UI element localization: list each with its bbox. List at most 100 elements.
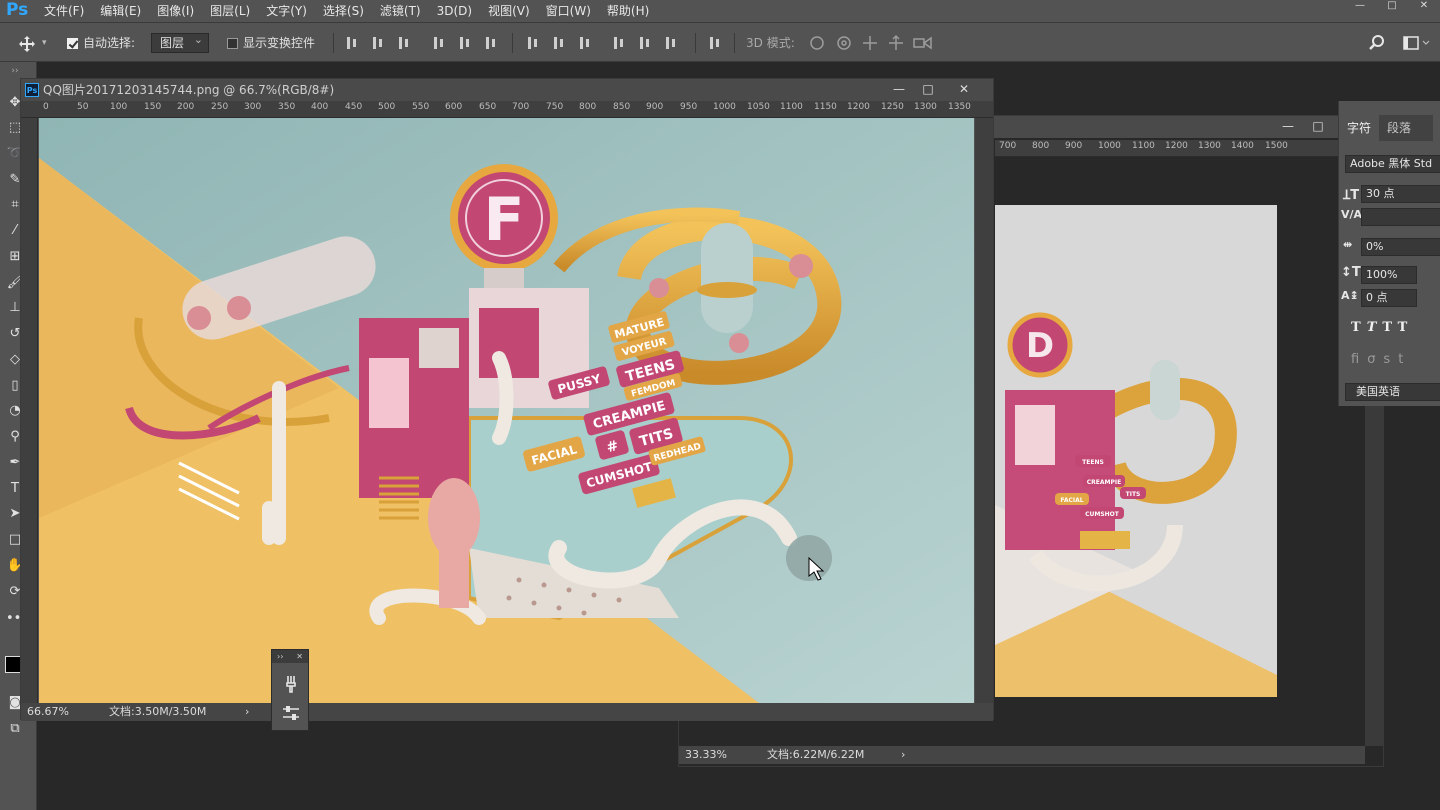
auto-align-icon[interactable] [708,36,722,50]
doc1-scrollbar[interactable] [975,118,993,704]
separator [333,33,334,53]
show-transform-label: 显示变换控件 [243,36,316,50]
app-window-controls: — □ ✕ [1344,0,1440,14]
3d-rotate-icon [810,36,824,50]
align-right-icon[interactable] [484,36,498,50]
auto-select-label: 自动选择: [83,36,136,50]
doc2-doc-size: 文档:6.22M/6.22M [767,748,865,761]
doc2-status-bar: 33.33% 文档:6.22M/6.22M › [679,746,1365,764]
doc1-close-button[interactable]: ✕ [953,79,975,99]
align-vcenter-icon[interactable] [371,36,385,50]
auto-select-target-select[interactable]: 图层 [151,31,209,53]
svg-text:CREAMPIE: CREAMPIE [1087,479,1121,486]
align-top-icon[interactable] [345,36,359,50]
language-select[interactable]: 美国英语 [1345,383,1440,401]
sign-letter-f: F [484,185,525,255]
doc1-title: QQ图片20171203145744.png @ 66.7%(RGB/8#) [43,83,335,97]
text-style-buttons[interactable]: TTTT [1351,320,1413,335]
menu-view[interactable]: 视图(V) [488,0,538,22]
menu-layer[interactable]: 图层(L) [210,0,258,22]
doc1-doc-size: 文档:3.50M/3.50M [109,705,207,718]
doc1-canvas[interactable]: F MATURE VOYEUR TEENS FEMDOM PUSSY CREAM… [39,118,974,703]
distribute-left-icon[interactable] [612,36,626,50]
doc1-maximize-button[interactable]: □ [917,79,939,99]
menu-select[interactable]: 选择(S) [323,0,372,22]
doc1-minimize-button[interactable]: — [888,79,910,99]
menu-3d[interactable]: 3D(D) [437,0,480,22]
auto-select-option[interactable]: 自动选择: [67,33,135,53]
distribute-top-icon[interactable] [526,36,540,50]
tab-character[interactable]: 字符 [1339,115,1380,141]
app-maximize-button[interactable]: □ [1376,0,1408,14]
menu-image[interactable]: 图像(I) [157,0,202,22]
doc2-minimize-button[interactable]: — [1277,116,1299,136]
tracking-icon: ⇹ [1343,238,1353,251]
kerning-icon: V/A [1341,208,1363,221]
menu-help[interactable]: 帮助(H) [607,0,657,22]
options-bar: ▾ 自动选择: 图层 显示变换控件 3D 模式: [0,22,1440,62]
auto-select-checkbox[interactable] [67,38,78,49]
separator [512,33,513,53]
font-family-select[interactable]: Adobe 黑体 Std [1345,155,1440,173]
move-icon[interactable] [18,35,36,53]
align-left-icon[interactable] [432,36,446,50]
doc1-vertical-ruler [21,118,38,704]
doc1-zoom-level[interactable]: 66.67% [27,703,69,721]
show-transform-option[interactable]: 显示变换控件 [227,33,315,53]
align-bottom-icon[interactable] [397,36,411,50]
doc2-status-menu-arrow[interactable]: › [901,746,905,764]
align-hcenter-icon[interactable] [458,36,472,50]
3d-roll-icon [837,36,851,50]
app-close-button[interactable]: ✕ [1408,0,1440,14]
app-minimize-button[interactable]: — [1344,0,1376,14]
distribute-right-icon[interactable] [664,36,678,50]
3d-mode-label: 3D 模式: [746,36,795,50]
menu-window[interactable]: 窗口(W) [546,0,599,22]
vertical-scale-icon: ↕T [1341,265,1361,280]
vertical-scale-field[interactable]: 100% [1361,266,1417,284]
doc1-status-menu-arrow[interactable]: › [245,703,249,721]
mini-panel-collapse-icon[interactable]: ›› [277,650,283,663]
tab-paragraph[interactable]: 段落 [1379,115,1433,141]
baseline-shift-field[interactable]: 0 点 [1361,289,1417,307]
doc2-zoom-level[interactable]: 33.33% [685,746,727,764]
search-icon[interactable] [1368,34,1386,52]
screen-mode-icon[interactable]: ⧉ [6,720,24,738]
menu-filter[interactable]: 滤镜(T) [380,0,429,22]
settings-icon[interactable] [281,704,301,722]
svg-text:FACIAL: FACIAL [1060,497,1083,504]
font-size-field[interactable]: 30 点 [1361,185,1440,203]
mini-panel-close-icon[interactable]: ✕ [296,650,303,663]
doc2-maximize-button[interactable]: □ [1307,116,1329,136]
separator [734,33,735,53]
doc2-horizontal-ruler: 700 800 900 1000 1100 1200 1300 1400 150… [995,140,1383,157]
doc1-status-bar: 66.67% 文档:3.50M/3.50M › [21,703,993,721]
menu-type[interactable]: 文字(Y) [266,0,315,22]
workspace-icon[interactable] [1403,36,1431,50]
svg-text:TITS: TITS [1126,491,1141,498]
kerning-field[interactable] [1361,208,1440,226]
mini-floating-panel: ›› ✕ [271,649,309,731]
sign-letter-d: D [1026,326,1054,366]
distribute-bottom-icon[interactable] [578,36,592,50]
mini-panel-header[interactable]: ›› ✕ [272,650,308,663]
distribute-vcenter-icon[interactable] [552,36,566,50]
photoshop-logo: Ps [6,0,29,20]
distribute-hcenter-icon[interactable] [638,36,652,50]
3d-slide-icon [889,34,903,50]
doc1-horizontal-ruler: 0 50 100 150 200 250 300 350 400 450 500… [21,101,993,118]
opentype-buttons[interactable]: ﬁσst [1351,352,1411,367]
svg-text:TEENS: TEENS [1082,459,1104,466]
font-size-icon: ꞱT [1343,188,1360,203]
doc1-titlebar[interactable]: Ps QQ图片20171203145744.png @ 66.7%(RGB/8#… [21,79,993,101]
3d-pan-icon [863,36,877,50]
show-transform-checkbox[interactable] [227,38,238,49]
tracking-field[interactable]: 0% [1361,238,1440,256]
menu-edit[interactable]: 编辑(E) [100,0,149,22]
menu-file[interactable]: 文件(F) [44,0,92,22]
brush-icon[interactable] [281,674,301,694]
doc2-canvas[interactable]: D TEENS FACIAL CREAMPIE TITS CUMSHOT [995,205,1277,697]
svg-text:CUMSHOT: CUMSHOT [1085,511,1120,518]
tool-preset-dropdown[interactable]: ▾ [42,33,47,53]
separator [695,33,696,53]
